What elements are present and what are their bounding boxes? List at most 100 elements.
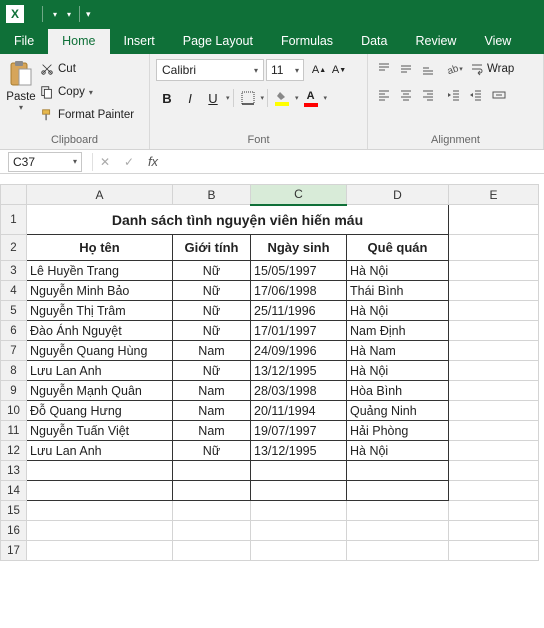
cell[interactable]	[173, 521, 251, 541]
cell[interactable]: Thái Bình	[347, 281, 449, 301]
cell[interactable]	[347, 481, 449, 501]
cell[interactable]	[449, 401, 539, 421]
underline-button[interactable]: U	[202, 87, 224, 109]
cell[interactable]: Nam	[173, 341, 251, 361]
cell[interactable]: Nguyễn Quang Hùng	[27, 341, 173, 361]
cell[interactable]	[27, 461, 173, 481]
merge-center-button[interactable]	[492, 85, 506, 105]
row-header[interactable]: 13	[1, 461, 27, 481]
wrap-text-button[interactable]: Wrap	[470, 59, 514, 79]
align-left-button[interactable]	[374, 85, 394, 105]
cell[interactable]	[449, 341, 539, 361]
redo-button[interactable]: ▾	[65, 10, 71, 19]
increase-font-button[interactable]: A▲	[310, 60, 328, 80]
undo-dropdown-icon[interactable]: ▾	[53, 10, 57, 19]
cell[interactable]: Nguyễn Tuấn Việt	[27, 421, 173, 441]
cell[interactable]	[449, 321, 539, 341]
insert-function-button[interactable]: fx	[141, 154, 165, 169]
cell[interactable]: 28/03/1998	[251, 381, 347, 401]
cell[interactable]: 17/06/1998	[251, 281, 347, 301]
orientation-button[interactable]: ab▾	[444, 59, 464, 79]
cell[interactable]	[449, 235, 539, 261]
tab-page-layout[interactable]: Page Layout	[169, 29, 267, 54]
align-bottom-button[interactable]	[418, 59, 438, 79]
align-top-button[interactable]	[374, 59, 394, 79]
cell[interactable]: Nam	[173, 401, 251, 421]
cell[interactable]: Nữ	[173, 441, 251, 461]
row-header[interactable]: 11	[1, 421, 27, 441]
cell[interactable]: Hà Nam	[347, 341, 449, 361]
orientation-dropdown-icon[interactable]: ▾	[459, 65, 463, 73]
row-header[interactable]: 5	[1, 301, 27, 321]
row-header[interactable]: 4	[1, 281, 27, 301]
font-size-selector[interactable]: 11 ▾	[266, 59, 304, 81]
italic-button[interactable]: I	[179, 87, 201, 109]
cell[interactable]	[251, 521, 347, 541]
copy-dropdown-icon[interactable]: ▾	[89, 88, 93, 97]
column-header-d[interactable]: D	[347, 185, 449, 205]
cell[interactable]: Đào Ánh Nguyệt	[27, 321, 173, 341]
cut-button[interactable]: Cut	[40, 59, 134, 79]
cell[interactable]: 20/11/1994	[251, 401, 347, 421]
cell[interactable]	[27, 541, 173, 561]
row-header[interactable]: 8	[1, 361, 27, 381]
cell[interactable]: Đỗ Quang Hưng	[27, 401, 173, 421]
cell[interactable]: Lê Huyền Trang	[27, 261, 173, 281]
bold-button[interactable]: B	[156, 87, 178, 109]
font-color-dropdown-icon[interactable]: ▾	[324, 94, 328, 102]
cell[interactable]: Hà Nội	[347, 361, 449, 381]
cell[interactable]: Nguyễn Minh Bảo	[27, 281, 173, 301]
cell[interactable]	[173, 461, 251, 481]
cell[interactable]: Nam	[173, 381, 251, 401]
cell[interactable]	[27, 501, 173, 521]
cell[interactable]: Nam	[173, 421, 251, 441]
row-header[interactable]: 7	[1, 341, 27, 361]
cell[interactable]	[449, 301, 539, 321]
decrease-indent-button[interactable]	[444, 85, 464, 105]
cell[interactable]	[449, 521, 539, 541]
decrease-font-button[interactable]: A▼	[330, 60, 348, 80]
cell[interactable]: Lưu Lan Anh	[27, 361, 173, 381]
border-button[interactable]	[237, 87, 259, 109]
row-header[interactable]: 1	[1, 205, 27, 235]
format-painter-button[interactable]: Format Painter	[40, 105, 134, 125]
customize-qat-button[interactable]: ▾	[86, 9, 91, 20]
cell[interactable]	[449, 421, 539, 441]
header-cell[interactable]: Giới tính	[173, 235, 251, 261]
align-center-button[interactable]	[396, 85, 416, 105]
name-box[interactable]: C37 ▾	[8, 152, 82, 172]
paste-dropdown-icon[interactable]: ▾	[19, 103, 23, 112]
cell[interactable]: Nguyễn Thị Trâm	[27, 301, 173, 321]
cell[interactable]	[347, 501, 449, 521]
tab-file[interactable]: File	[0, 29, 48, 54]
header-cell[interactable]: Ngày sinh	[251, 235, 347, 261]
align-middle-button[interactable]	[396, 59, 416, 79]
select-all-corner[interactable]	[1, 185, 27, 205]
column-header-b[interactable]: B	[173, 185, 251, 205]
cell[interactable]: Quảng Ninh	[347, 401, 449, 421]
header-cell[interactable]: Quê quán	[347, 235, 449, 261]
cell[interactable]: 24/09/1996	[251, 341, 347, 361]
font-name-dropdown-icon[interactable]: ▾	[254, 66, 258, 75]
cell[interactable]: Hà Nội	[347, 441, 449, 461]
cell[interactable]: Nữ	[173, 301, 251, 321]
cell[interactable]	[449, 381, 539, 401]
row-header[interactable]: 9	[1, 381, 27, 401]
name-box-dropdown-icon[interactable]: ▾	[73, 157, 77, 166]
cell[interactable]	[449, 205, 539, 235]
increase-indent-button[interactable]	[466, 85, 486, 105]
cell[interactable]	[27, 521, 173, 541]
cell[interactable]: Nữ	[173, 361, 251, 381]
cell[interactable]	[251, 501, 347, 521]
cell[interactable]	[173, 541, 251, 561]
cancel-formula-button[interactable]: ✕	[93, 155, 117, 169]
column-header-e[interactable]: E	[449, 185, 539, 205]
cell[interactable]	[173, 481, 251, 501]
cell[interactable]: Lưu Lan Anh	[27, 441, 173, 461]
row-header[interactable]: 6	[1, 321, 27, 341]
cell[interactable]	[251, 481, 347, 501]
fill-dropdown-icon[interactable]: ▾	[295, 94, 299, 102]
tab-home[interactable]: Home	[48, 29, 109, 54]
paste-button[interactable]: Paste ▾	[6, 56, 36, 112]
cell[interactable]	[449, 441, 539, 461]
